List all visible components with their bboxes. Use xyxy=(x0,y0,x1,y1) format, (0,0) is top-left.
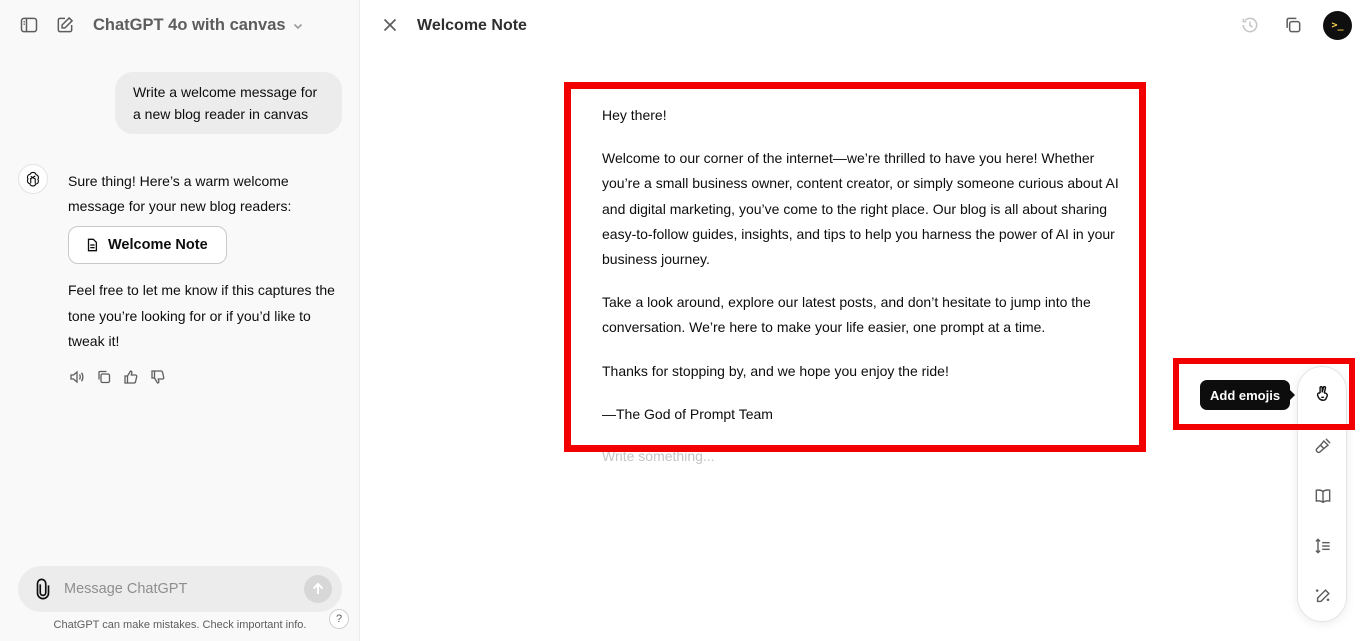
doc-paragraph: Thanks for stopping by, and we hope you … xyxy=(602,362,949,379)
message-input[interactable] xyxy=(64,577,294,601)
chat-header: ChatGPT 4o with canvas xyxy=(0,0,360,52)
doc-paragraph: Take a look around, explore our latest p… xyxy=(602,294,1091,336)
attach-paperclip-icon[interactable] xyxy=(32,578,54,600)
assistant-message-intro: Sure thing! Here’s a warm welcome messag… xyxy=(68,173,292,214)
add-final-polish-icon[interactable] xyxy=(1308,431,1338,461)
user-avatar[interactable]: >_ xyxy=(1323,11,1352,40)
send-button[interactable] xyxy=(304,575,332,603)
message-actions xyxy=(68,368,167,386)
assistant-message-followup: Feel free to let me know if this capture… xyxy=(68,282,335,349)
add-emojis-tooltip: Add emojis xyxy=(1200,380,1296,410)
arrow-up-icon xyxy=(312,582,324,594)
close-canvas-icon[interactable] xyxy=(378,13,402,37)
canvas-tools-rail xyxy=(1297,366,1347,622)
chat-panel: ChatGPT 4o with canvas Write a welcome m… xyxy=(0,0,360,641)
suggest-edits-icon[interactable] xyxy=(1308,581,1338,611)
read-aloud-icon[interactable] xyxy=(68,368,86,386)
chevron-down-icon xyxy=(293,23,302,29)
doc-paragraph: Welcome to our corner of the internet—we… xyxy=(602,150,1119,268)
message-composer xyxy=(18,566,342,612)
thumbs-up-icon[interactable] xyxy=(122,368,140,386)
canvas-title: Welcome Note xyxy=(417,17,527,34)
user-message: Write a welcome message for a new blog r… xyxy=(115,72,342,134)
new-chat-icon[interactable] xyxy=(52,12,78,38)
doc-paragraph: —The God of Prompt Team xyxy=(602,405,773,422)
model-selector[interactable]: ChatGPT 4o with canvas xyxy=(93,16,304,35)
model-title-label: ChatGPT 4o with canvas xyxy=(93,16,286,34)
version-history-icon[interactable] xyxy=(1238,13,1262,37)
canvas-document[interactable]: Hey there! Welcome to our corner of the … xyxy=(602,103,1127,445)
thumbs-down-icon[interactable] xyxy=(149,368,167,386)
write-something-placeholder[interactable]: Write something... xyxy=(602,448,715,464)
doc-paragraph: Hey there! xyxy=(602,107,667,123)
chatgpt-logo-icon xyxy=(18,164,48,194)
copy-document-icon[interactable] xyxy=(1281,13,1305,37)
copy-icon[interactable] xyxy=(95,368,113,386)
welcome-note-doc-card[interactable]: Welcome Note xyxy=(68,226,227,264)
reading-level-icon[interactable] xyxy=(1308,481,1338,511)
add-emojis-icon[interactable] xyxy=(1308,379,1338,409)
doc-card-label: Welcome Note xyxy=(108,237,208,253)
sidebar-toggle-icon[interactable] xyxy=(16,12,42,38)
disclaimer-text: ChatGPT can make mistakes. Check importa… xyxy=(53,619,307,631)
document-icon xyxy=(87,238,98,252)
help-button[interactable]: ? xyxy=(329,609,349,629)
adjust-length-icon[interactable] xyxy=(1308,531,1338,561)
